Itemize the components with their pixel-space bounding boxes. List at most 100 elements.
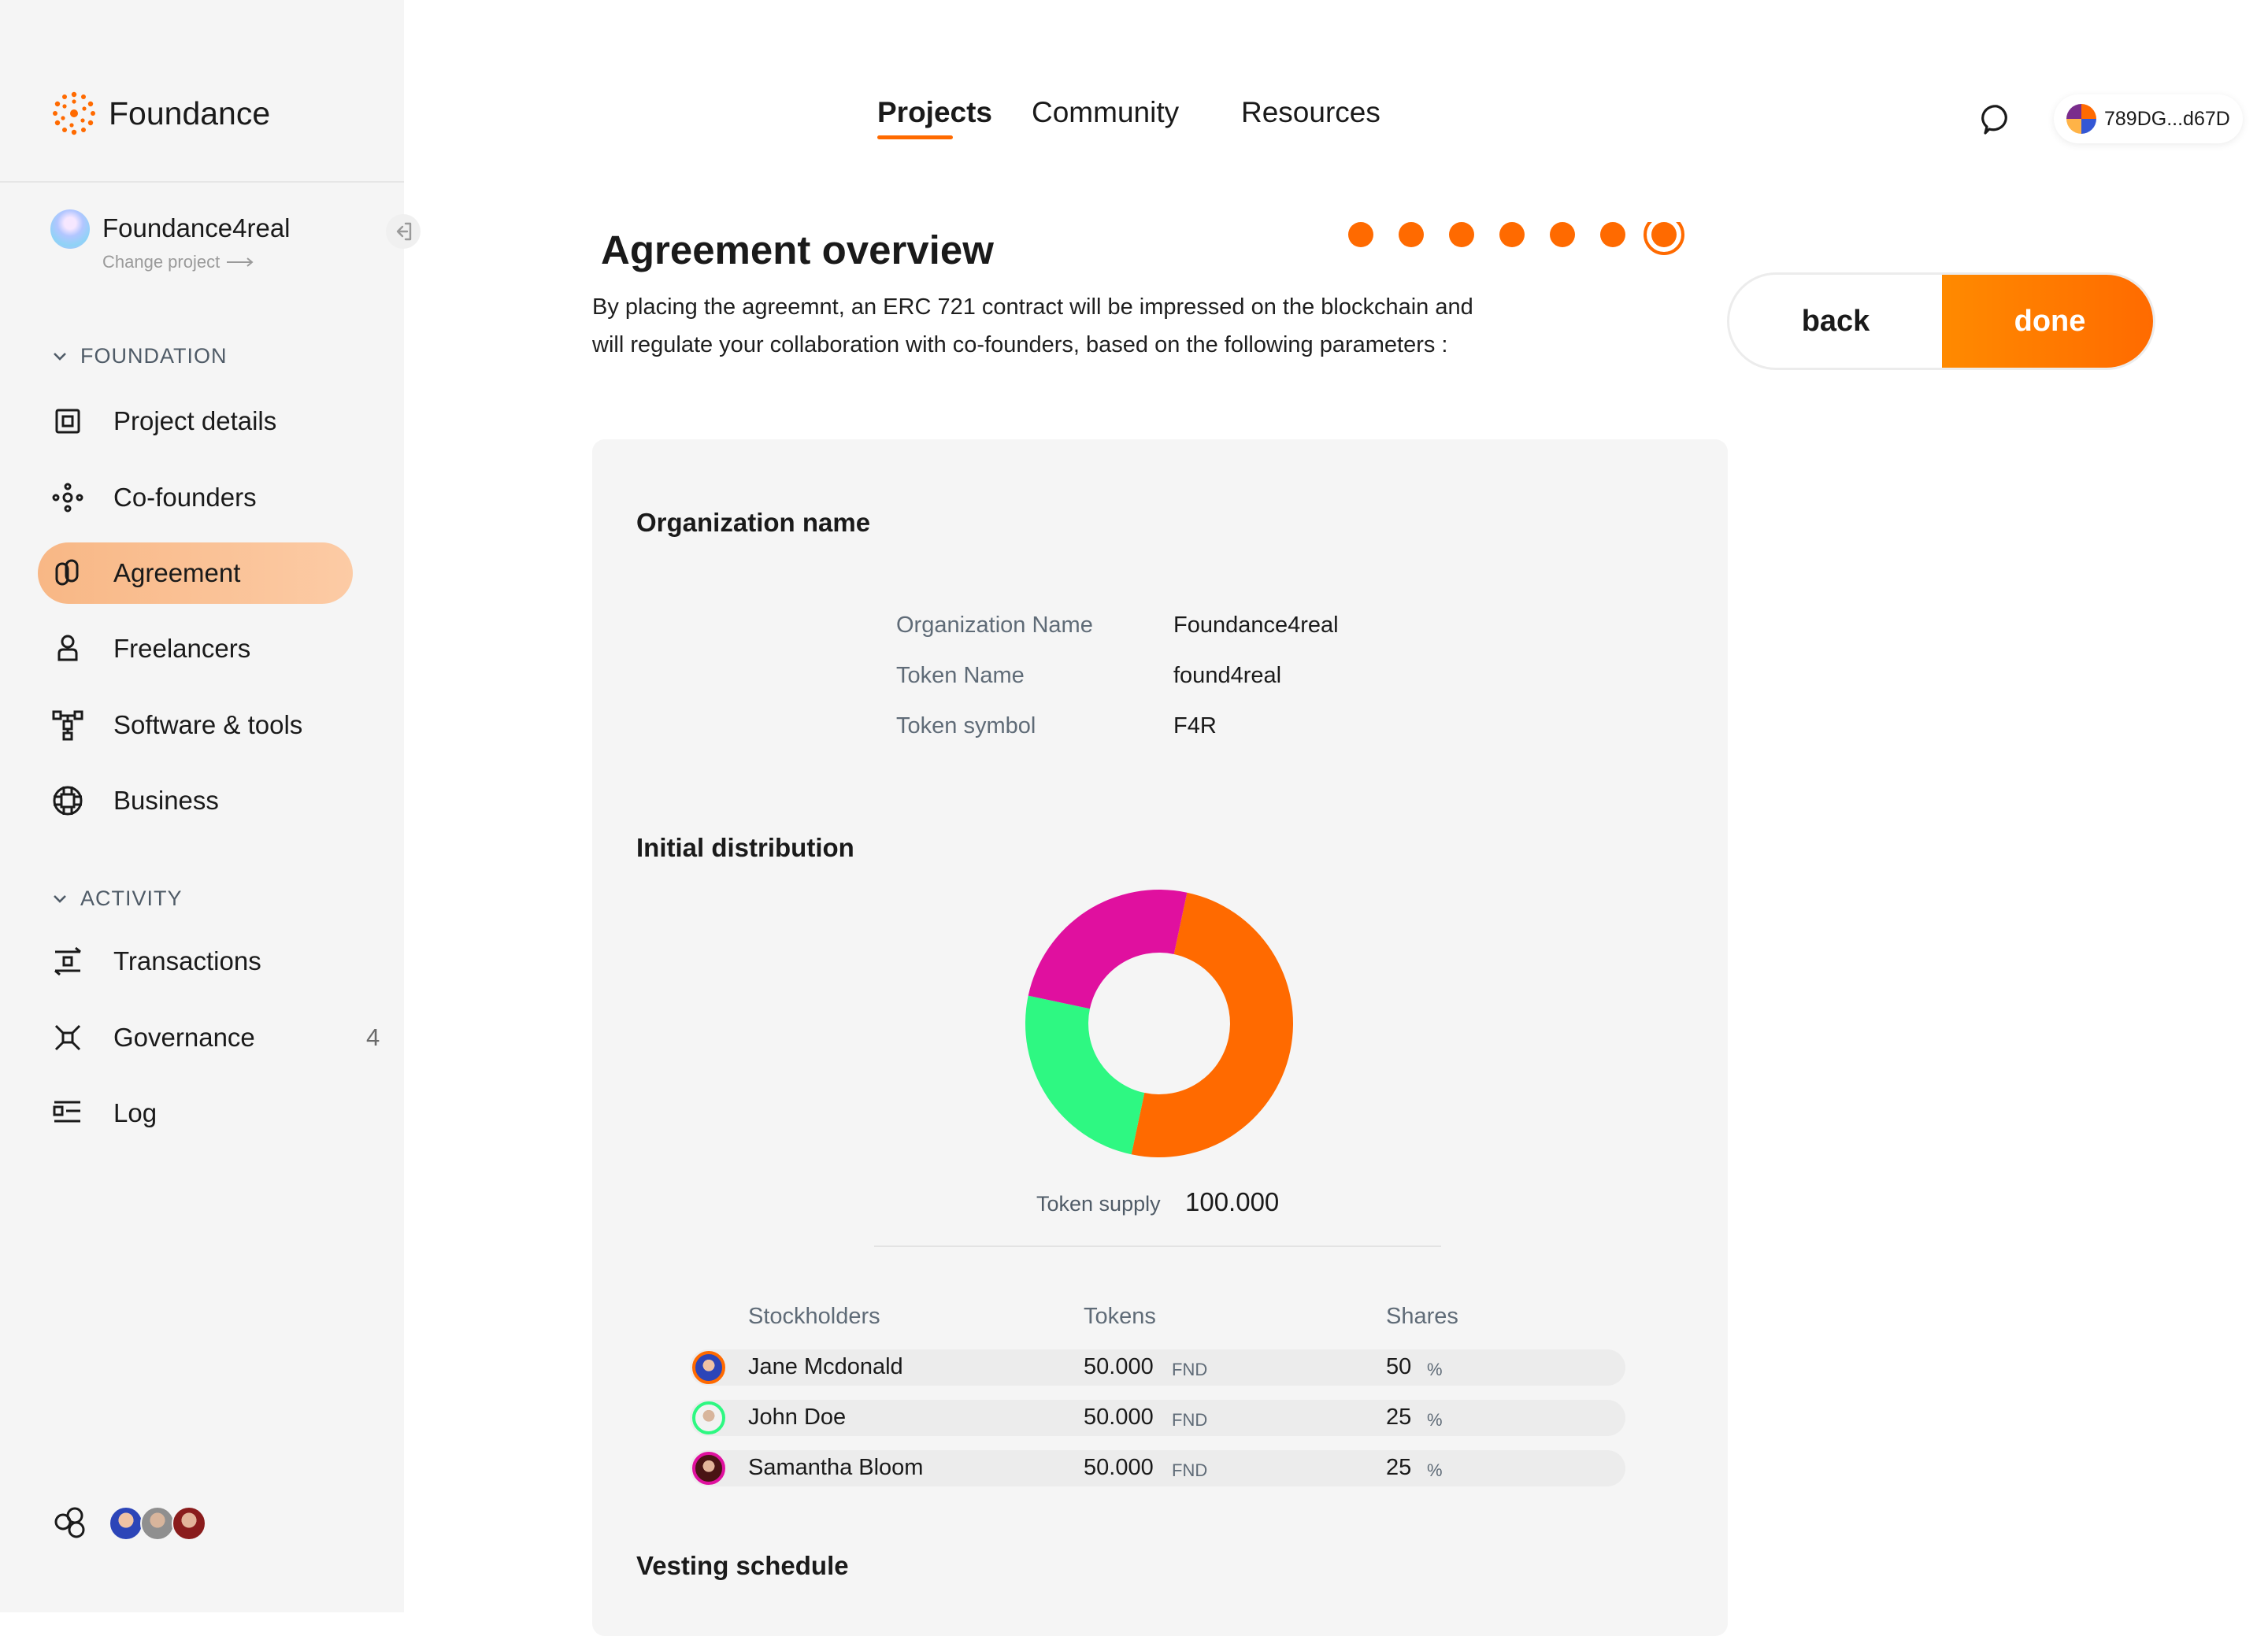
stockholder-name: John Doe [748,1405,847,1430]
tab-community[interactable]: Community [1032,96,1179,129]
stockholder-name: Samantha Bloom [748,1455,924,1480]
org-name-label: Organization Name [896,613,1093,638]
intro-text: By placing the agreemnt, an ERC 721 cont… [592,294,1473,357]
avatar[interactable] [140,1506,175,1541]
section-activity-title: ACTIVITY [80,886,183,910]
stockholder-tokens: 50.000 [1084,1455,1154,1480]
step-dot [1550,222,1575,247]
team-icon [54,1507,85,1538]
wallet-avatar [2066,104,2096,134]
step-dot [1499,222,1525,247]
project-name: Foundance4real [102,213,291,242]
logo[interactable]: Foundance [50,90,270,137]
percent-sign: % [1427,1410,1443,1430]
sidebar-item-freelancers[interactable]: Freelancers [38,618,353,679]
stockholder-tokens: 50.000 [1084,1405,1154,1430]
sidebar-item-software-tools[interactable]: Software & tools [38,694,353,756]
sidebar-item-label: Co-founders [113,483,257,512]
sidebar-item-co-founders[interactable]: Co-founders [38,467,353,528]
step-dot-current [1651,222,1677,247]
sidebar-item-business[interactable]: Business [38,770,353,831]
team-members[interactable] [50,1506,206,1541]
avatar [692,1351,725,1384]
step-dot [1399,222,1424,247]
donut-slice-john-doe [1025,995,1145,1155]
section-activity[interactable]: ACTIVITY [52,886,183,911]
sidebar-item-label: Freelancers [113,634,251,663]
project-avatar [50,209,90,249]
table-row[interactable]: Samantha Bloom 50.000 FND 25 % [690,1450,1625,1486]
governance-icon [54,1024,81,1051]
cofounders-icon [52,483,83,513]
token-supply-label: Token supply [1036,1192,1161,1216]
section-foundation[interactable]: FOUNDATION [52,344,228,368]
collapse-sidebar-button[interactable] [386,214,421,249]
col-stockholders: Stockholders [748,1304,880,1329]
tab-resources[interactable]: Resources [1241,96,1380,129]
sidebar-item-label: Log [113,1098,158,1127]
col-shares: Shares [1386,1304,1458,1329]
collapse-icon [396,222,412,241]
stockholder-share: 50 [1386,1354,1412,1379]
org-heading: Organization name [636,508,871,537]
done-button[interactable]: done [1942,275,2153,368]
sidebar-item-label: Software & tools [113,710,303,739]
table-row[interactable]: Jane Mcdonald 50.000 FND 50 % [690,1349,1625,1386]
tab-projects[interactable]: Projects [877,96,992,129]
chevron-down-icon [54,894,66,903]
vesting-heading: Vesting schedule [636,1551,849,1580]
percent-sign: % [1427,1460,1443,1480]
sidebar-item-project-details[interactable]: Project details [38,390,353,452]
stockholder-tokens: 50.000 [1084,1354,1154,1379]
sidebar-item-log[interactable]: Log [38,1083,353,1144]
token-symbol-label: Token symbol [896,713,1036,738]
log-icon [53,1101,80,1123]
section-foundation-title: FOUNDATION [80,344,228,368]
org-name-value: Foundance4real [1173,613,1339,638]
token-supply-value: 100.000 [1185,1187,1280,1216]
stockholder-share: 25 [1386,1455,1412,1480]
active-tab-underline [877,135,953,139]
page-title: Agreement overview [601,228,994,272]
sidebar-item-label: Project details [113,406,277,435]
table-row[interactable]: John Doe 50.000 FND 25 % [690,1400,1625,1436]
transactions-icon [54,946,81,976]
step-dot [1600,222,1625,247]
avatar[interactable] [172,1506,206,1541]
avatar [692,1452,725,1485]
wallet-address: 789DG...d67D [2104,107,2230,130]
card-divider [874,1246,1441,1247]
foundance-logo-icon [53,91,95,135]
software-tools-icon [52,710,83,741]
stockholder-name: Jane Mcdonald [748,1354,903,1379]
sidebar-item-agreement[interactable]: Agreement [38,542,353,604]
sidebar-item-governance[interactable]: Governance 4 [38,1007,380,1068]
avatar[interactable] [109,1506,143,1541]
col-tokens: Tokens [1084,1304,1156,1329]
token-name-value: found4real [1173,663,1282,688]
sidebar-divider [0,181,404,183]
sidebar-item-transactions[interactable]: Transactions [38,931,353,992]
sidebar-item-label: Agreement [113,558,241,587]
governance-count-badge: 4 [366,1023,380,1051]
percent-sign: % [1427,1360,1443,1379]
wallet-button[interactable]: 789DG...d67D [2054,94,2243,143]
stockholder-share: 25 [1386,1405,1412,1430]
token-name-label: Token Name [896,663,1025,688]
token-unit: FND [1172,1460,1208,1480]
change-project-link[interactable]: Change project [102,252,254,272]
back-button[interactable]: back [1729,275,1942,368]
freelancers-icon [57,635,78,661]
chat-icon[interactable] [1980,102,2014,137]
business-icon [53,786,83,816]
project-details-icon [55,409,80,434]
step-dot [1348,222,1373,247]
arrow-right-icon [227,257,254,267]
step-dot [1449,222,1474,247]
sidebar-item-label: Business [113,786,219,815]
agreement-icon [55,559,79,586]
donut-slice-samantha-bloom [1028,890,1188,1009]
token-symbol-value: F4R [1173,713,1217,738]
token-unit: FND [1172,1360,1208,1379]
change-project-label: Change project [102,252,220,272]
